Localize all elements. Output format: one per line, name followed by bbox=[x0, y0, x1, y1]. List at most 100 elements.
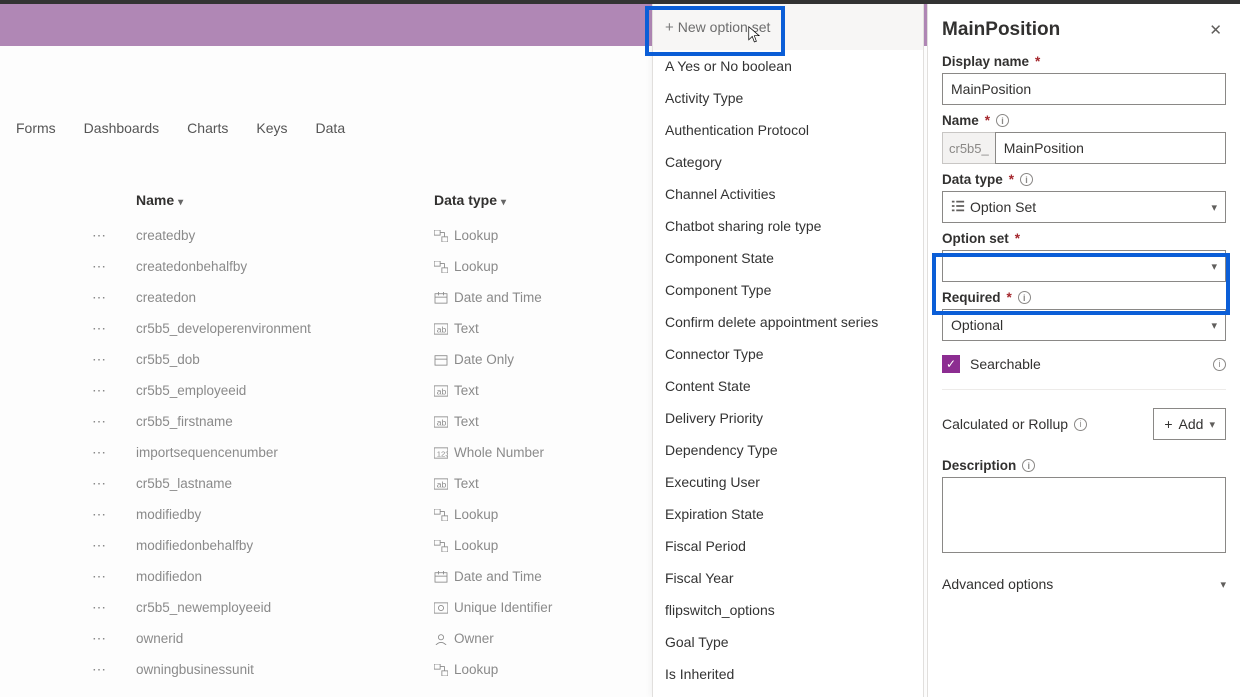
tab-dashboards[interactable]: Dashboards bbox=[84, 120, 160, 136]
tab-forms[interactable]: Forms bbox=[16, 120, 56, 136]
table-row[interactable]: ⋯cr5b5_newemployeeidUnique Identifier bbox=[88, 592, 652, 623]
description-textarea[interactable] bbox=[942, 477, 1226, 553]
add-button[interactable]: + Add ▾ bbox=[1153, 408, 1226, 440]
info-icon[interactable]: i bbox=[1022, 459, 1035, 472]
more-icon[interactable]: ⋯ bbox=[88, 382, 136, 399]
datatype-label: Data type bbox=[942, 172, 1003, 187]
optionset-list-item[interactable]: Dependency Type bbox=[653, 434, 923, 466]
info-icon[interactable]: i bbox=[996, 114, 1009, 127]
field-datatype: Text bbox=[454, 321, 479, 336]
more-icon[interactable]: ⋯ bbox=[88, 258, 136, 275]
table-row[interactable]: ⋯cr5b5_lastnameabText bbox=[88, 468, 652, 499]
info-icon[interactable]: i bbox=[1074, 418, 1087, 431]
field-datatype: Lookup bbox=[454, 228, 498, 243]
table-row[interactable]: ⋯cr5b5_developerenvironmentabText bbox=[88, 313, 652, 344]
optionset-list-item[interactable]: Goal Type bbox=[653, 626, 923, 658]
optionset-list-item[interactable]: Category bbox=[653, 146, 923, 178]
info-icon[interactable]: i bbox=[1213, 358, 1226, 371]
field-datatype: Text bbox=[454, 476, 479, 491]
optionset-select[interactable]: ▾ bbox=[942, 250, 1226, 282]
advanced-options-toggle[interactable]: Advanced options ▾ bbox=[942, 576, 1226, 592]
panel-title: MainPosition bbox=[942, 19, 1060, 41]
optionset-list-item[interactable]: Executing User bbox=[653, 466, 923, 498]
more-icon[interactable]: ⋯ bbox=[88, 630, 136, 647]
more-icon[interactable]: ⋯ bbox=[88, 289, 136, 306]
table-row[interactable]: ⋯createdonDate and Time bbox=[88, 282, 652, 313]
table-row[interactable]: ⋯modifiedonbehalfbyLookup bbox=[88, 530, 652, 561]
datatype-icon: ab bbox=[434, 478, 448, 490]
more-icon[interactable]: ⋯ bbox=[88, 444, 136, 461]
field-name: modifiedon bbox=[136, 569, 434, 584]
close-icon[interactable]: ✕ bbox=[1205, 17, 1226, 43]
chevron-down-icon: ▾ bbox=[1220, 578, 1226, 591]
optionset-list-item[interactable]: Connector Type bbox=[653, 338, 923, 370]
more-icon[interactable]: ⋯ bbox=[88, 661, 136, 678]
table-row[interactable]: ⋯createdbyLookup bbox=[88, 220, 652, 251]
optionset-list-item[interactable]: Channel Activities bbox=[653, 178, 923, 210]
chevron-down-icon[interactable]: ▾ bbox=[501, 197, 506, 208]
searchable-checkbox[interactable]: ✓ bbox=[942, 355, 960, 373]
svg-text:ab: ab bbox=[437, 417, 447, 427]
name-input[interactable] bbox=[995, 132, 1226, 164]
plus-icon: + bbox=[665, 19, 674, 36]
optionset-list-item[interactable]: Fiscal Year bbox=[653, 562, 923, 594]
optionset-list-item[interactable]: Confirm delete appointment series bbox=[653, 306, 923, 338]
tab-data[interactable]: Data bbox=[316, 120, 346, 136]
table-row[interactable]: ⋯modifiedbyLookup bbox=[88, 499, 652, 530]
plus-icon: + bbox=[1164, 416, 1172, 432]
more-icon[interactable]: ⋯ bbox=[88, 320, 136, 337]
datatype-icon: ab bbox=[434, 385, 448, 397]
more-icon[interactable]: ⋯ bbox=[88, 568, 136, 585]
advanced-options-label: Advanced options bbox=[942, 576, 1053, 592]
new-option-set-button[interactable]: + New option set bbox=[653, 4, 923, 50]
required-select[interactable]: Optional ▾ bbox=[942, 309, 1226, 341]
scrollbar-thumb[interactable] bbox=[923, 8, 924, 588]
more-icon[interactable]: ⋯ bbox=[88, 537, 136, 554]
tab-charts[interactable]: Charts bbox=[187, 120, 228, 136]
table-row[interactable]: ⋯modifiedon Date and Time bbox=[88, 561, 652, 592]
table-row[interactable]: ⋯importsequencenumber123Whole Number bbox=[88, 437, 652, 468]
datatype-icon bbox=[434, 292, 448, 304]
chevron-down-icon[interactable]: ▾ bbox=[178, 197, 183, 208]
optionset-list-item[interactable]: Delivery Priority bbox=[653, 402, 923, 434]
tab-keys[interactable]: Keys bbox=[256, 120, 287, 136]
display-name-input[interactable] bbox=[942, 73, 1226, 105]
optionset-list-item[interactable]: flipswitch_options bbox=[653, 594, 923, 626]
datatype-icon bbox=[434, 354, 448, 366]
datatype-icon bbox=[434, 664, 448, 676]
optionset-list-item[interactable]: A Yes or No boolean bbox=[653, 50, 923, 82]
required-value: Optional bbox=[951, 317, 1003, 333]
more-icon[interactable]: ⋯ bbox=[88, 506, 136, 523]
optionset-icon bbox=[951, 199, 963, 216]
info-icon[interactable]: i bbox=[1020, 173, 1033, 186]
table-row[interactable]: ⋯createdonbehalfbyLookup bbox=[88, 251, 652, 282]
optionset-list-item[interactable]: Expiration State bbox=[653, 498, 923, 530]
table-row[interactable]: ⋯cr5b5_firstnameabText bbox=[88, 406, 652, 437]
field-datatype: Lookup bbox=[454, 538, 498, 553]
optionset-list-item[interactable]: Is Inherited bbox=[653, 658, 923, 690]
optionset-list-item[interactable]: Fiscal Period bbox=[653, 530, 923, 562]
datatype-select[interactable]: Option Set ▾ bbox=[942, 191, 1226, 223]
column-header-datatype[interactable]: Data type bbox=[434, 192, 497, 208]
optionset-list-item[interactable]: Component Type bbox=[653, 274, 923, 306]
optionset-label: Option set bbox=[942, 231, 1009, 246]
optionset-list-item[interactable]: Activity Type bbox=[653, 82, 923, 114]
more-icon[interactable]: ⋯ bbox=[88, 475, 136, 492]
table-row[interactable]: ⋯owneridOwner bbox=[88, 623, 652, 654]
table-row[interactable]: ⋯cr5b5_dobDate Only bbox=[88, 344, 652, 375]
more-icon[interactable]: ⋯ bbox=[88, 351, 136, 368]
field-datatype: Date and Time bbox=[454, 569, 542, 584]
optionset-list-item[interactable]: Component State bbox=[653, 242, 923, 274]
more-icon[interactable]: ⋯ bbox=[88, 413, 136, 430]
optionset-list-item[interactable]: Content State bbox=[653, 370, 923, 402]
optionset-list-item[interactable]: Authentication Protocol bbox=[653, 114, 923, 146]
more-icon[interactable]: ⋯ bbox=[88, 227, 136, 244]
info-icon[interactable]: i bbox=[1018, 291, 1031, 304]
column-header-name[interactable]: Name bbox=[136, 192, 174, 208]
optionset-list-item[interactable]: Chatbot sharing role type bbox=[653, 210, 923, 242]
field-name: cr5b5_employeeid bbox=[136, 383, 434, 398]
field-datatype: Lookup bbox=[454, 662, 498, 677]
table-row[interactable]: ⋯cr5b5_employeeidabText bbox=[88, 375, 652, 406]
more-icon[interactable]: ⋯ bbox=[88, 599, 136, 616]
table-row[interactable]: ⋯owningbusinessunitLookup bbox=[88, 654, 652, 685]
